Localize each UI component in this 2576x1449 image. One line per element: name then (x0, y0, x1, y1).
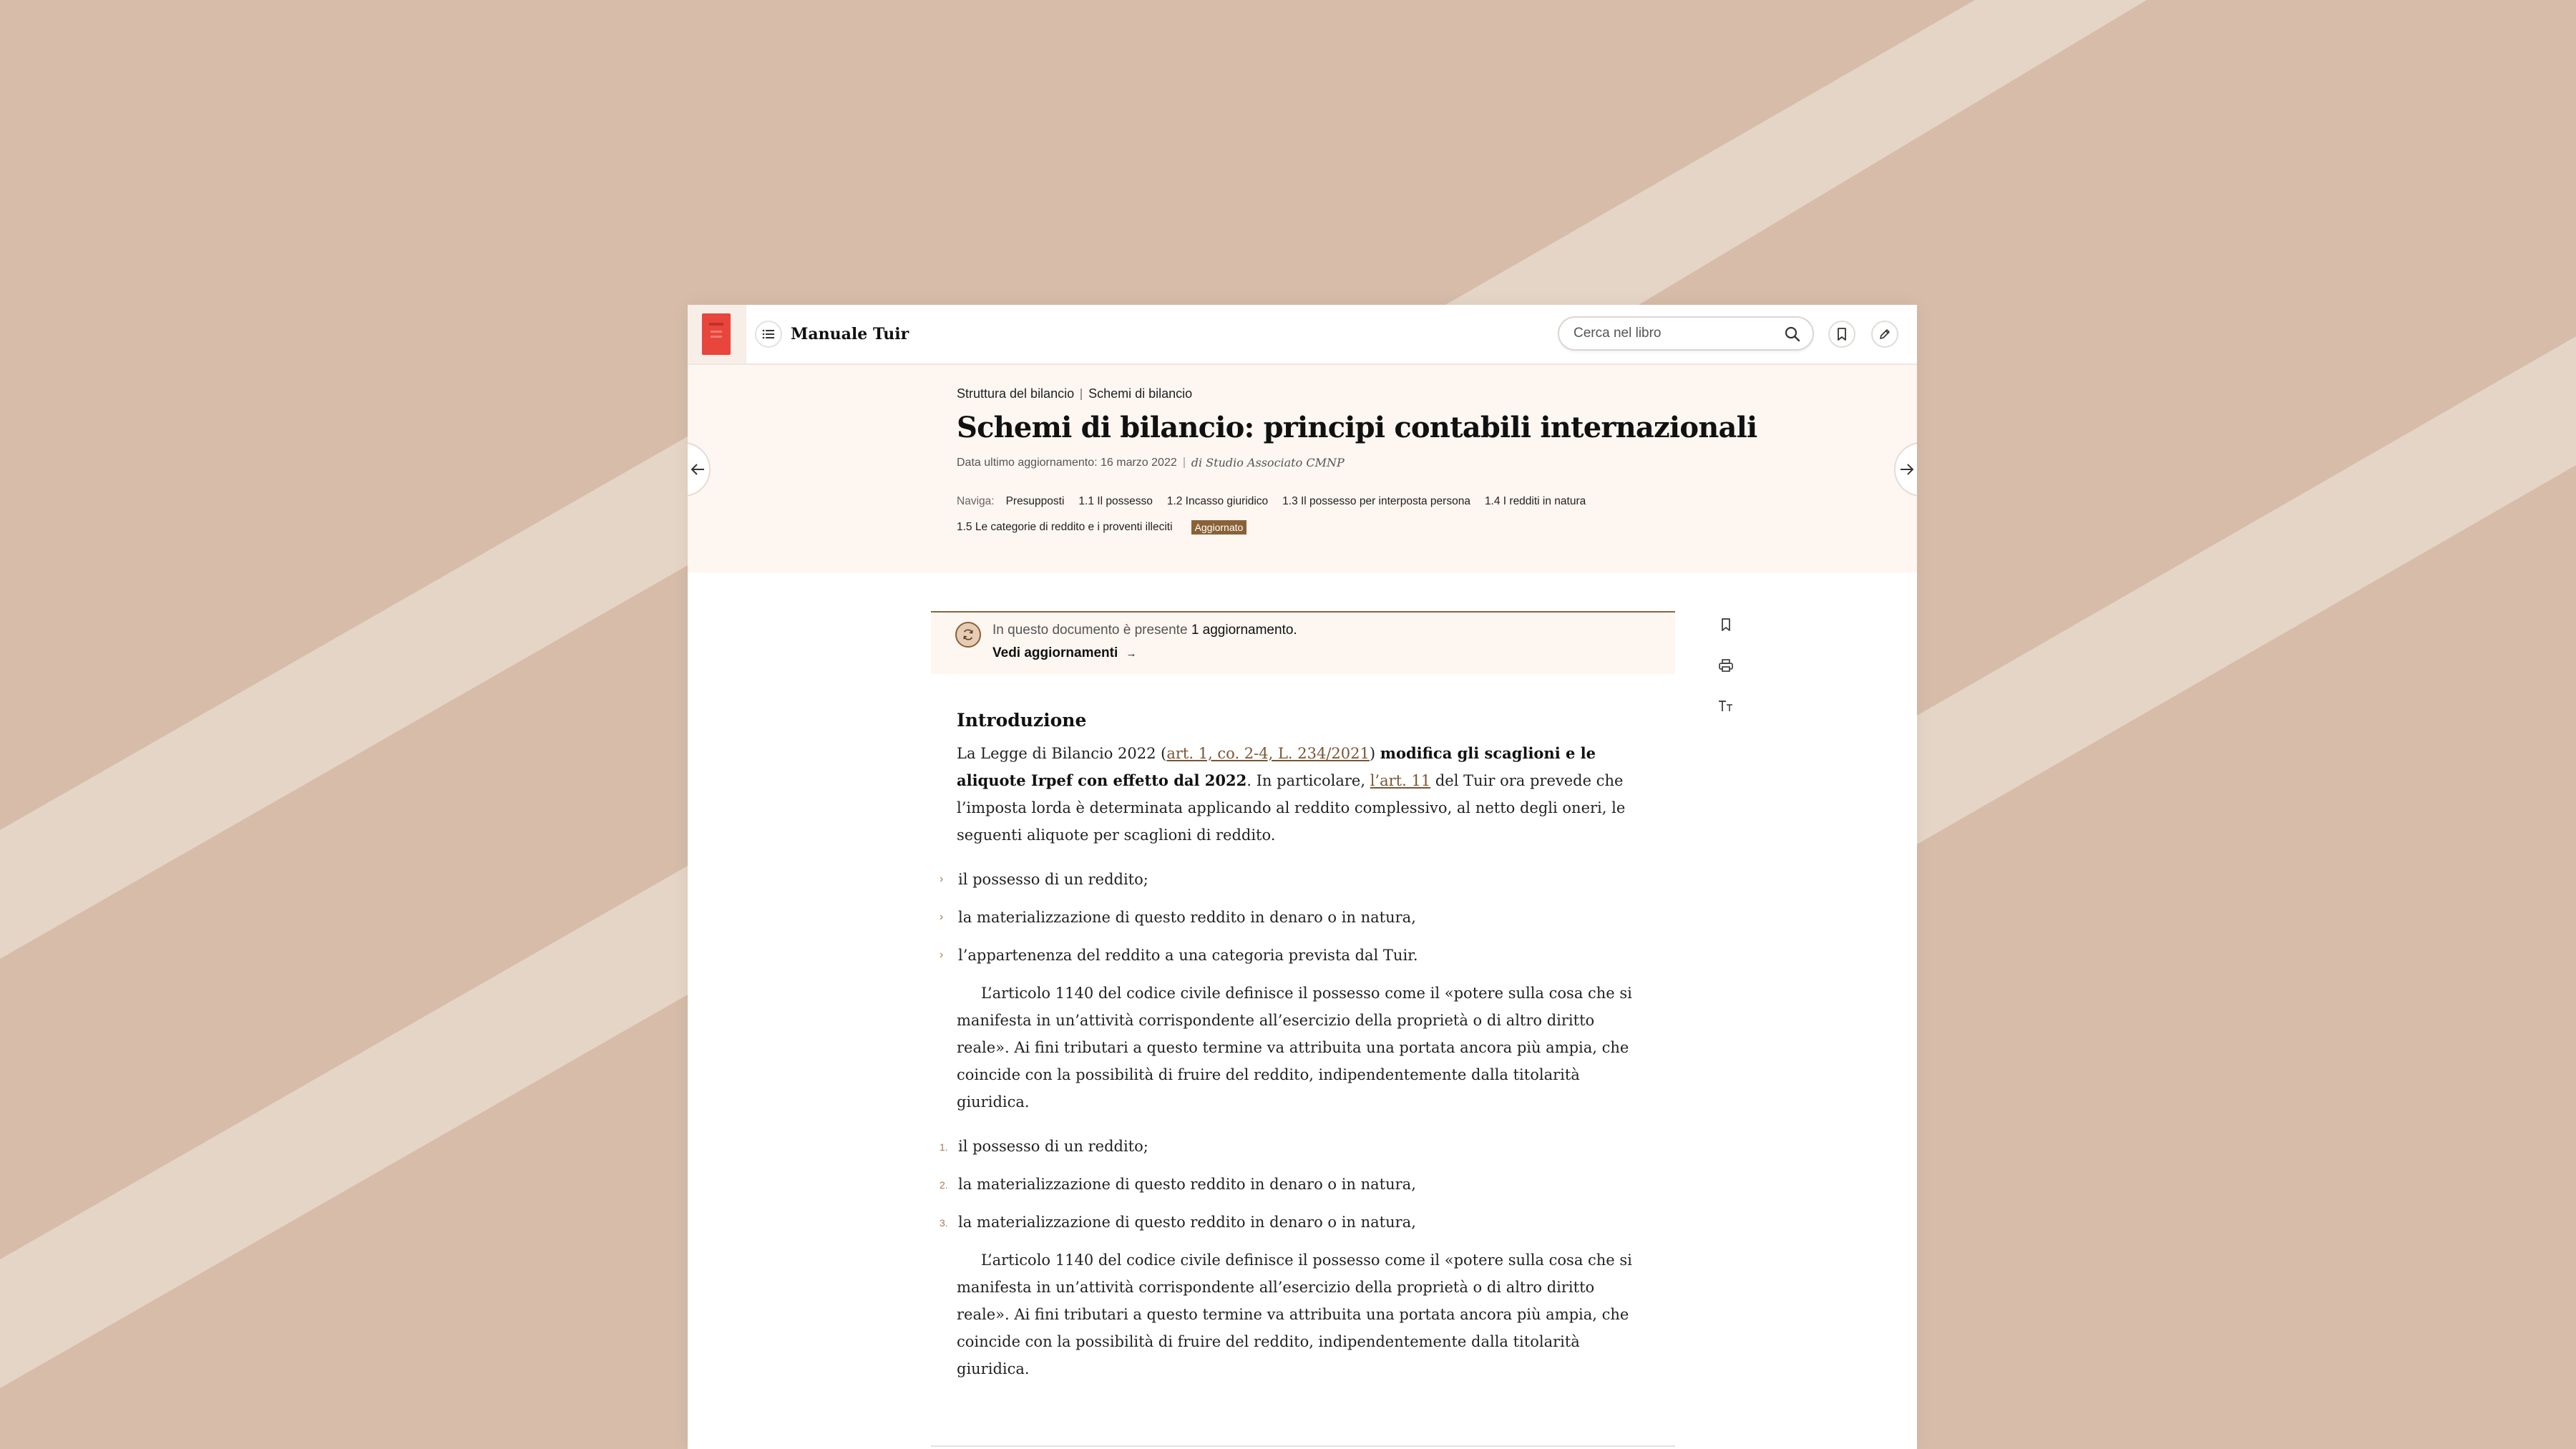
section-navigation: Naviga: Presupposti 1.1 Il possesso 1.2 … (957, 494, 1672, 535)
meta-separator (1183, 457, 1185, 468)
nav-link[interactable]: 1.1 Il possesso (1078, 495, 1152, 508)
nav-link[interactable]: 1.5 Le categorie di reddito e i proventi… (957, 521, 1173, 534)
annotate-button[interactable] (1871, 321, 1898, 348)
update-count: 1 aggiornamento. (1191, 623, 1297, 638)
nav-link[interactable]: Presupposti (1006, 495, 1065, 508)
breadcrumb-item[interactable]: Struttura del bilancio (957, 386, 1074, 401)
next-chapter-button[interactable] (1894, 442, 1917, 497)
page-title: Schemi di bilancio: principi contabili i… (957, 411, 1757, 444)
numbered-list: 1. il possesso di un reddito; 2. la materi… (940, 1133, 1619, 1236)
nav-label: Naviga: (957, 495, 995, 507)
book-cover-icon (702, 313, 731, 355)
list-item: › la materializzazione di questo reddito … (940, 904, 1619, 931)
book-reader-window: Manuale Tuir Cerca nel libro Struttura d… (688, 305, 1917, 1449)
body-paragraph: L’articolo 1140 del codice civile defini… (957, 985, 1632, 1111)
list-item: › l’appartenenza del reddito a una catego… (940, 942, 1619, 969)
chevron-right-icon: › (940, 911, 944, 923)
table-of-contents-button[interactable] (755, 321, 782, 348)
refresh-icon (955, 622, 981, 648)
nav-link[interactable]: 1.2 Incasso giuridico (1167, 495, 1268, 508)
arrow-left-icon (691, 464, 704, 475)
author: di Studio Associato CMNP (1191, 456, 1345, 469)
breadcrumb-separator (1080, 388, 1083, 400)
chevron-right-icon: › (940, 873, 944, 885)
divider (931, 1445, 1675, 1447)
list-item: 1. il possesso di un reddito; (940, 1138, 1148, 1155)
bookmark-icon (1722, 618, 1730, 631)
breadcrumb-item[interactable]: Schemi di bilancio (1088, 386, 1192, 401)
bookmark-button[interactable] (1828, 321, 1855, 348)
list-item: 3. la materializzazione di questo reddito… (940, 1214, 1416, 1231)
list-item: 2. la materializzazione di questo reddito… (940, 1176, 1416, 1193)
document-header: Struttura del bilancio Schemi di bilanci… (688, 365, 1917, 572)
text-size-button[interactable] (1712, 693, 1740, 720)
document-meta: Data ultimo aggiornamento: 16 marzo 2022… (957, 456, 1345, 469)
pencil-icon (1880, 329, 1890, 339)
bookmark-icon (1838, 328, 1846, 341)
updated-badge: Aggiornato (1191, 520, 1247, 535)
arrow-right-icon: → (1126, 648, 1137, 660)
article-reference-link[interactable]: l’art. 11 (1370, 772, 1430, 789)
print-button[interactable] (1712, 652, 1740, 679)
chevron-right-icon: › (940, 949, 944, 961)
search-input[interactable] (1574, 323, 1781, 343)
search-icon[interactable] (1784, 326, 1801, 343)
top-bar: Manuale Tuir (688, 305, 1917, 365)
law-reference-link[interactable]: art. 1, co. 2-4, L. 234/2021 (1166, 745, 1370, 762)
text-size-icon (1719, 701, 1732, 711)
search-box (1558, 316, 1814, 351)
bullet-list: › il possesso di un reddito; › la material… (940, 866, 1619, 969)
arrow-right-icon (1901, 464, 1914, 475)
print-icon (1719, 659, 1733, 672)
intro-paragraph: La Legge di Bilancio 2022 (art. 1, co. 2… (957, 744, 1626, 844)
book-title: Manuale Tuir (791, 325, 909, 343)
list-icon (762, 329, 774, 339)
nav-link[interactable]: 1.3 Il possesso per interposta persona (1282, 495, 1470, 508)
breadcrumb: Struttura del bilancio Schemi di bilanci… (957, 386, 1192, 401)
list-item: › il possesso di un reddito; (940, 866, 1619, 893)
update-notice: In questo documento è presente 1 aggiorn… (931, 611, 1675, 674)
body-paragraph: L’articolo 1140 del codice civile defini… (957, 1252, 1632, 1377)
nav-link[interactable]: 1.4 I redditi in natura (1485, 495, 1586, 508)
previous-chapter-button[interactable] (688, 442, 711, 497)
bookmark-tool-button[interactable] (1712, 611, 1740, 638)
section-heading: Introduzione (957, 710, 1087, 731)
notice-text: In questo documento è presente 1 aggiorn… (992, 623, 1297, 638)
last-updated-date: Data ultimo aggiornamento: 16 marzo 2022 (957, 456, 1177, 469)
book-cover-thumbnail[interactable] (688, 305, 746, 364)
see-updates-link[interactable]: Vedi aggiornamenti → (992, 645, 1137, 661)
article-body: Introduzione La Legge di Bilancio 2022 (… (940, 710, 1636, 1382)
